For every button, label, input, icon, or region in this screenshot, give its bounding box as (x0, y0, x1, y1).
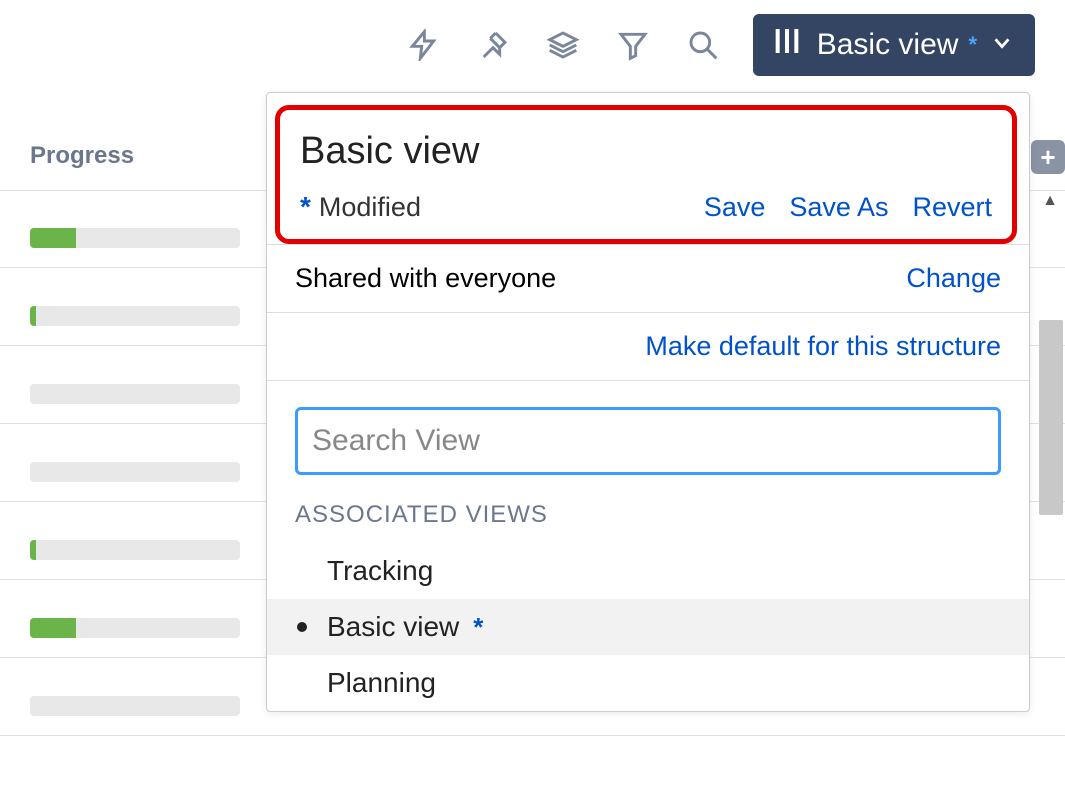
columns-icon (771, 25, 803, 65)
progress-bar (30, 306, 240, 326)
scrollbar-thumb[interactable] (1039, 320, 1063, 515)
make-default-link[interactable]: Make default for this structure (645, 331, 1001, 362)
modified-asterisk: * (300, 191, 311, 223)
progress-bar (30, 540, 240, 560)
lightning-icon[interactable] (403, 25, 443, 65)
view-title: Basic view (300, 130, 992, 173)
modified-asterisk: * (968, 32, 977, 58)
chevron-down-icon (991, 28, 1013, 62)
modified-asterisk: * (473, 612, 483, 643)
current-indicator-icon (297, 622, 307, 632)
scroll-up-arrow[interactable]: ▲ (1035, 186, 1065, 216)
view-dropdown: Basic view * Modified Save Save As Rever… (266, 92, 1030, 712)
view-selector-label: Basic view (817, 28, 959, 62)
progress-column: Progress (30, 142, 270, 774)
modified-row: * Modified Save Save As Revert (300, 191, 992, 223)
column-header-progress[interactable]: Progress (30, 142, 270, 170)
share-row: Shared with everyone Change (267, 244, 1029, 312)
view-list-item[interactable]: Planning (267, 655, 1029, 711)
plus-icon: + (1040, 142, 1055, 173)
save-as-link[interactable]: Save As (789, 192, 888, 223)
share-label: Shared with everyone (295, 263, 556, 294)
progress-bar (30, 384, 240, 404)
view-name: Tracking (327, 555, 433, 587)
change-share-link[interactable]: Change (906, 263, 1001, 294)
view-list-item[interactable]: Basic view * (267, 599, 1029, 655)
modified-label: Modified (319, 192, 421, 223)
associated-views-label: ASSOCIATED VIEWS (267, 501, 1029, 543)
make-default-row: Make default for this structure (267, 312, 1029, 380)
revert-link[interactable]: Revert (912, 192, 992, 223)
progress-bar (30, 618, 240, 638)
view-name: Basic view (327, 611, 459, 643)
pin-icon[interactable] (473, 25, 513, 65)
progress-bar (30, 462, 240, 482)
view-selector-button[interactable]: Basic view * (753, 14, 1035, 76)
progress-bar (30, 696, 240, 716)
view-header-highlight: Basic view * Modified Save Save As Rever… (275, 105, 1017, 244)
search-view-input[interactable] (295, 407, 1001, 475)
progress-bar (30, 228, 240, 248)
add-button[interactable]: + (1031, 140, 1065, 174)
view-list-item[interactable]: Tracking (267, 543, 1029, 599)
save-link[interactable]: Save (704, 192, 766, 223)
search-icon[interactable] (683, 25, 723, 65)
search-view-wrap (267, 380, 1029, 501)
toolbar: Basic view * (0, 0, 1065, 90)
view-name: Planning (327, 667, 436, 699)
filter-icon[interactable] (613, 25, 653, 65)
layers-icon[interactable] (543, 25, 583, 65)
